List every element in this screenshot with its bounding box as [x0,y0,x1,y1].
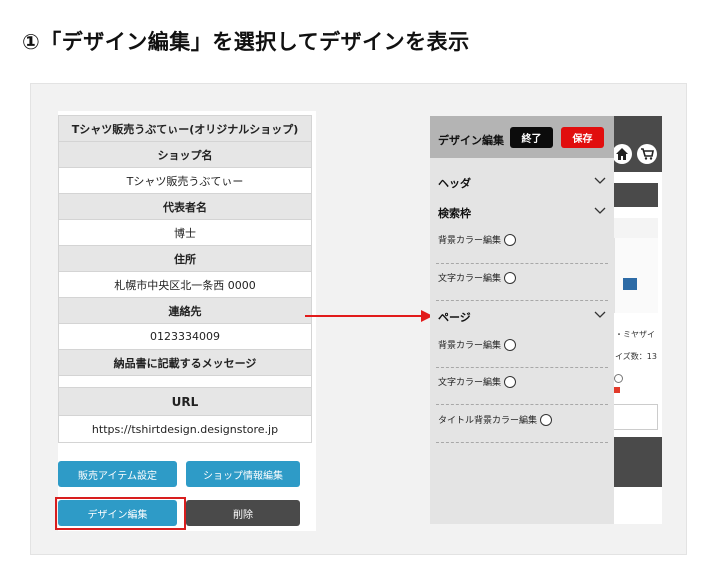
representative-label: 代表者名 [59,194,311,220]
tshirt-print [623,278,637,290]
shop-info-table: Tシャツ販売うぶてぃー(オリジナルショップ) ショップ名 Tシャツ販売うぶてぃー… [58,115,312,443]
shop-name-value: Tシャツ販売うぶてぃー [59,168,311,194]
product-name-text: ・ミヤザイ [615,330,655,339]
chevron-down-icon[interactable] [594,207,606,215]
section-page[interactable]: ページ [438,309,471,325]
product-image [614,218,658,313]
color-swatch-icon[interactable] [504,233,517,246]
address-value: 札幌市中央区北一条西 0000 [59,272,311,298]
search-text-color-label: 文字カラー編集 [438,274,502,284]
delete-button[interactable]: 削除 [186,500,300,526]
url-label: URL [59,388,311,416]
shop-title-row: Tシャツ販売うぶてぃー(オリジナルショップ) [59,116,311,142]
divider [436,442,608,443]
section-search[interactable]: 検索枠 [438,205,471,221]
page-heading: ①「デザイン編集」を選択してデザインを表示 [22,30,470,54]
invoice-message-label: 納品書に記載するメッセージ [59,350,311,376]
divider [436,263,608,264]
end-button[interactable]: 終了 [510,127,553,148]
url-value: https://tshirtdesign.designstore.jp [59,416,311,442]
chevron-down-icon[interactable] [594,311,606,319]
page-text-color-label: 文字カラー編集 [438,378,502,388]
invoice-message-value [59,376,311,388]
page-bg-color-label: 背景カラー編集 [438,341,502,351]
arrow-right-icon [305,310,433,322]
color-swatch-icon[interactable] [504,375,517,388]
design-edit-header: デザイン編集 終了 保存 [430,116,614,158]
design-edit-sidebar: デザイン編集 終了 保存 ヘッダ 検索枠 背景カラー編集 文字カラー編集 ページ… [430,116,614,524]
color-swatch-icon[interactable] [504,271,517,284]
save-button[interactable]: 保存 [561,127,604,148]
page-footer-block [612,437,662,487]
address-label: 住所 [59,246,311,272]
home-icon[interactable] [612,144,632,164]
shop-name-label: ショップ名 [59,142,311,168]
page-title-bg-color-label: タイトル背景カラー編集 [438,416,538,426]
page-title-bg-color-item[interactable]: タイトル背景カラー編集 [438,413,553,426]
product-red-mark [614,387,620,393]
design-edit-highlight [55,497,186,530]
contact-label: 連絡先 [59,298,311,324]
page-text-color-item[interactable]: 文字カラー編集 [438,375,517,388]
search-bg-color-item[interactable]: 背景カラー編集 [438,233,517,246]
contact-value: 0123334009 [59,324,311,350]
page-gray-bar [614,183,658,207]
divider [436,367,608,368]
design-edit-title: デザイン編集 [438,134,504,147]
shop-info-edit-button[interactable]: ショップ情報編集 [186,461,300,487]
color-swatch-icon[interactable] [504,338,517,351]
divider [436,404,608,405]
color-swatch-icon[interactable] [540,413,553,426]
representative-value: 博士 [59,220,311,246]
chevron-down-icon[interactable] [594,177,606,185]
tshirt-image [614,238,658,313]
section-header[interactable]: ヘッダ [438,175,471,191]
sales-items-button[interactable]: 販売アイテム設定 [58,461,177,487]
cart-icon[interactable] [637,144,657,164]
divider [436,300,608,301]
page-bg-color-item[interactable]: 背景カラー編集 [438,338,517,351]
search-text-color-item[interactable]: 文字カラー編集 [438,271,517,284]
product-size-text: イズ数：13 [615,352,657,361]
product-radio[interactable] [614,374,623,383]
product-input[interactable] [612,404,658,430]
search-bg-color-label: 背景カラー編集 [438,236,502,246]
